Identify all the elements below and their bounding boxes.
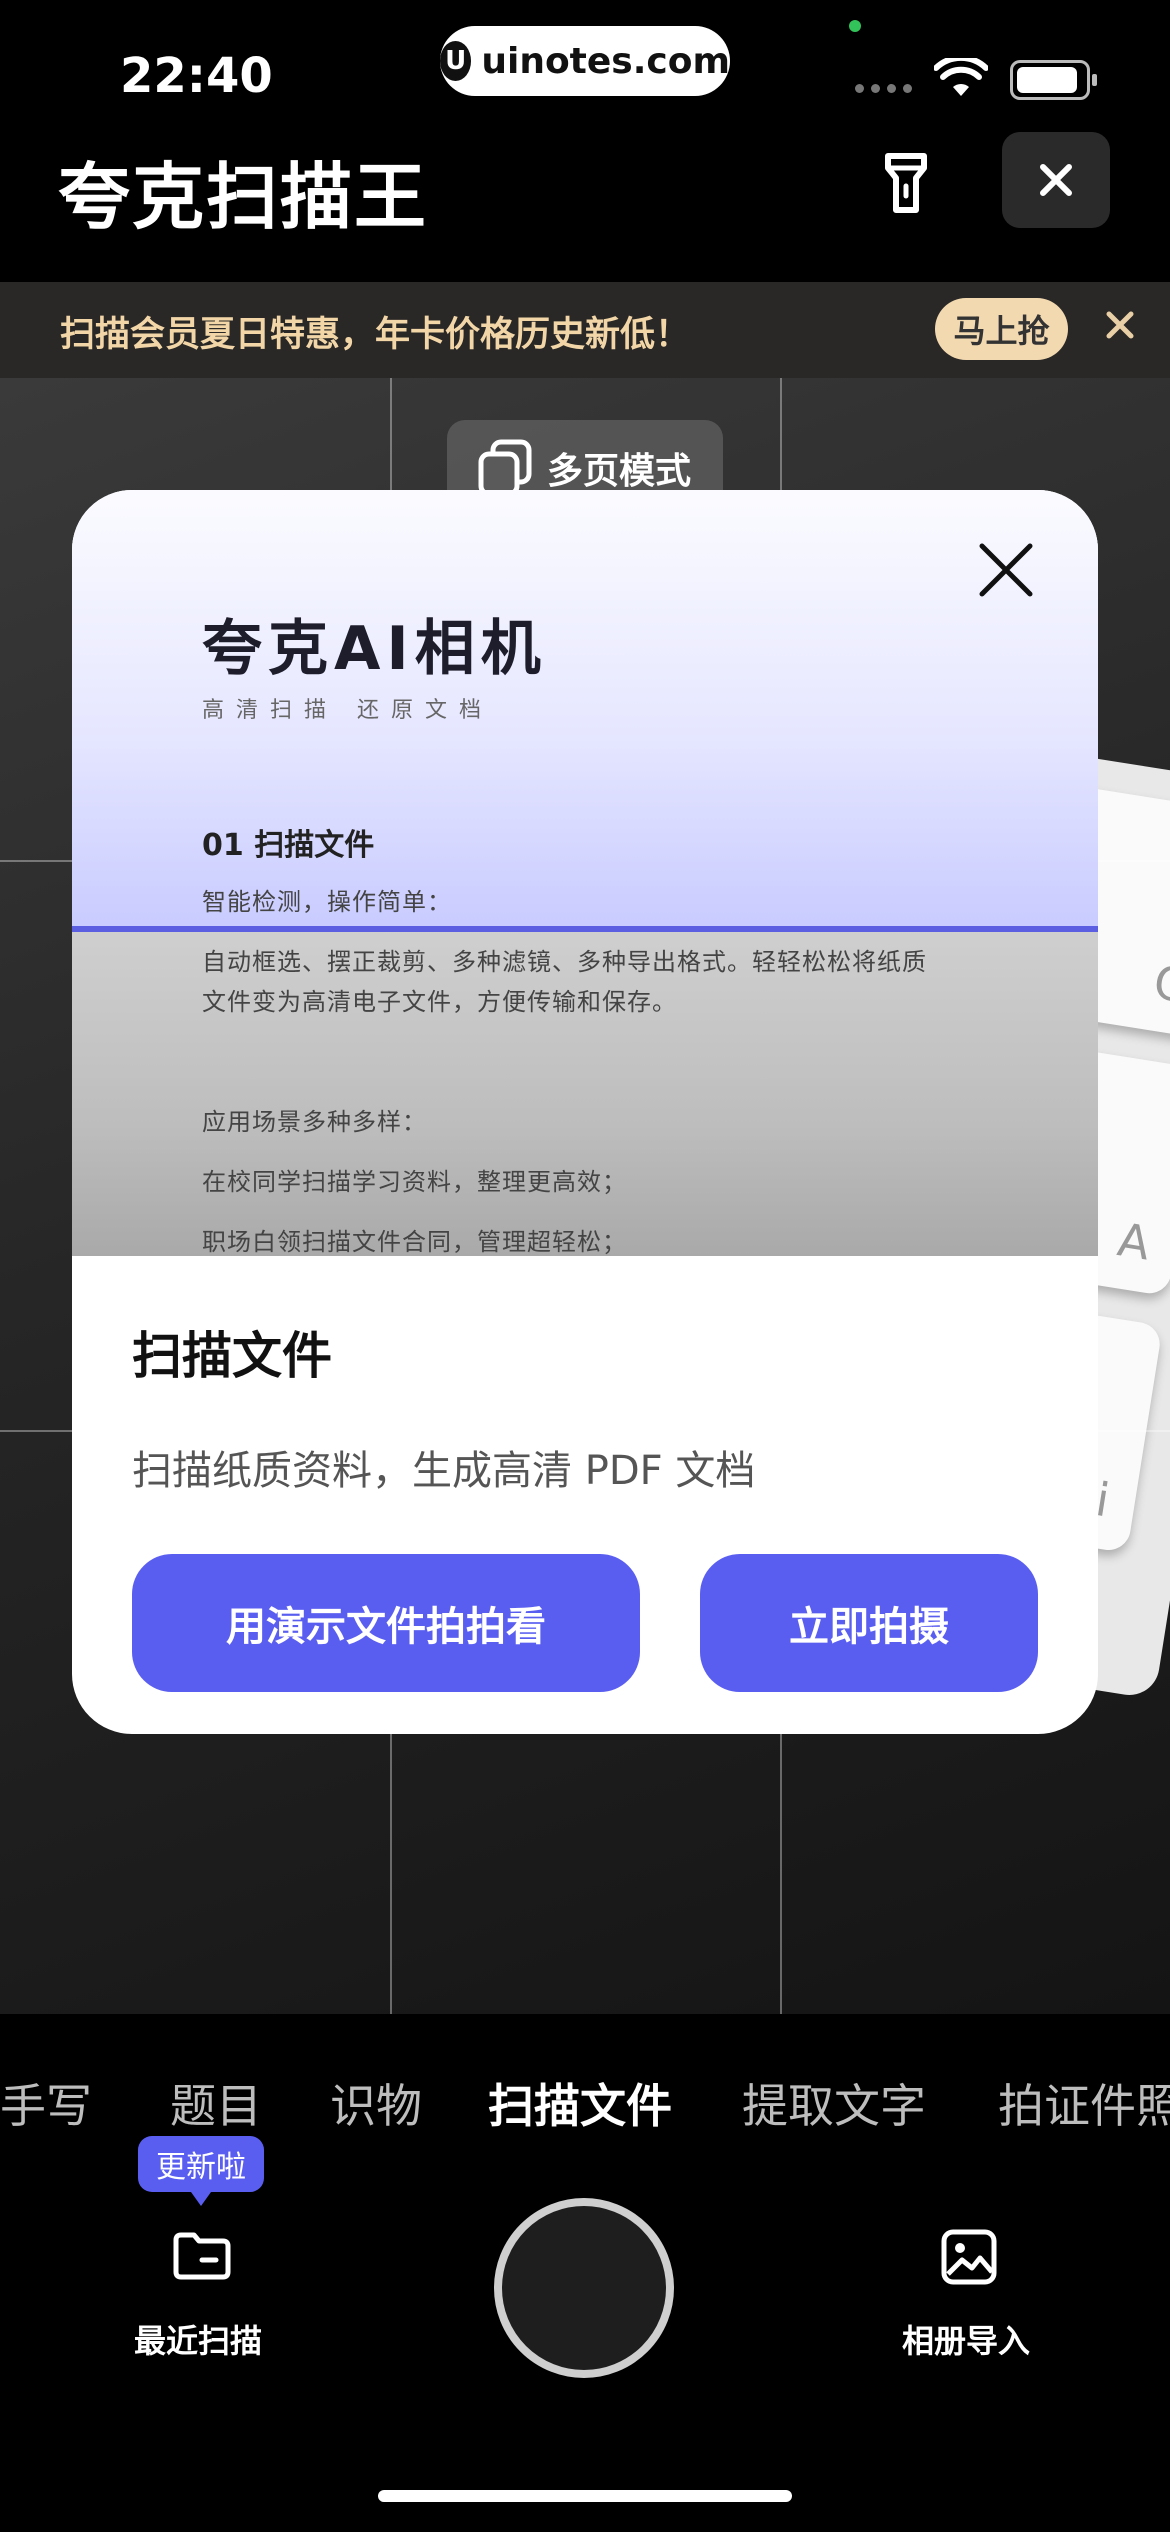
- preview-line: 应用场景多种多样：: [202, 1108, 427, 1136]
- scan-file-guide-modal: 夸克AI相机 高清扫描 还原文档 01 扫描文件 智能检测，操作简单： 自动框选…: [72, 490, 1098, 1734]
- tab-scan-file[interactable]: 扫描文件: [488, 2070, 672, 2136]
- promo-close-icon[interactable]: [1105, 310, 1135, 340]
- preview-line: 智能检测，操作简单：: [202, 888, 452, 916]
- app-title: 夸克扫描王: [58, 155, 429, 239]
- modal-close-icon[interactable]: [978, 542, 1034, 598]
- folder-icon[interactable]: [172, 2230, 232, 2280]
- camera-indicator-dot: [849, 20, 861, 32]
- scan-line: [72, 926, 1098, 932]
- promo-text: 扫描会员夏日特惠，年卡价格历史新低！: [60, 315, 691, 355]
- modal-description: 扫描纸质资料，生成高清 PDF 文档: [132, 1448, 756, 1494]
- preview-line: 自动框选、摆正裁剪、多种滤镜、多种导出格式。轻轻松松将纸质: [202, 948, 927, 976]
- update-badge: 更新啦: [138, 2136, 264, 2206]
- tab-id-photo[interactable]: 拍证件照: [998, 2070, 1170, 2136]
- promo-grab-button[interactable]: 马上抢: [935, 298, 1068, 360]
- demo-preview: 夸克AI相机 高清扫描 还原文档 01 扫描文件 智能检测，操作简单： 自动框选…: [72, 490, 1098, 1256]
- battery-icon: [1010, 60, 1097, 100]
- preview-title: 夸克AI相机: [202, 614, 547, 684]
- modal-title: 扫描文件: [132, 1327, 332, 1385]
- status-time: 22:40: [120, 48, 273, 104]
- shutter-button[interactable]: [494, 2198, 674, 2378]
- site-logo-icon: U: [440, 41, 472, 81]
- try-demo-button[interactable]: 用演示文件拍拍看: [132, 1554, 640, 1692]
- home-indicator[interactable]: [378, 2490, 792, 2502]
- close-icon: [1040, 164, 1072, 196]
- shoot-now-button[interactable]: 立即拍摄: [700, 1554, 1038, 1692]
- signal-icon: [855, 84, 912, 93]
- album-import-label[interactable]: 相册导入: [902, 2316, 1030, 2362]
- multi-page-icon: [478, 439, 532, 497]
- tab-remove-handwriting[interactable]: 去手写: [0, 2070, 92, 2136]
- tab-identify-object[interactable]: 识物: [330, 2070, 422, 2136]
- close-button[interactable]: [1002, 132, 1110, 228]
- preview-section-heading: 01 扫描文件: [202, 828, 375, 863]
- flashlight-icon[interactable]: [876, 150, 936, 216]
- wifi-icon: [934, 58, 988, 96]
- tab-extract-text[interactable]: 提取文字: [742, 2070, 926, 2136]
- preview-line: 在校同学扫描学习资料，整理更高效；: [202, 1168, 627, 1196]
- site-label: uinotes.com: [481, 40, 730, 82]
- preview-line: 文件变为高清电子文件，方便传输和保存。: [202, 988, 677, 1016]
- preview-subtitle: 高清扫描 还原文档: [202, 698, 493, 723]
- preview-line: 职场白领扫描文件合同，管理超轻松；: [202, 1228, 627, 1256]
- recent-scans-label[interactable]: 最近扫描: [134, 2316, 262, 2362]
- album-icon[interactable]: [940, 2228, 998, 2286]
- tab-questions[interactable]: 题目: [170, 2070, 262, 2136]
- multi-page-label: 多页模式: [547, 451, 692, 492]
- url-pill: U uinotes.com: [440, 26, 730, 96]
